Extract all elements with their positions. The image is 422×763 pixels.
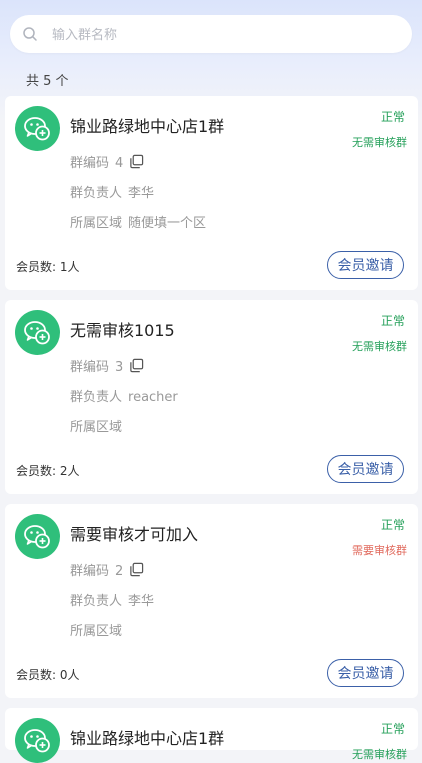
status-badge: 正常: [380, 722, 405, 736]
group-code-label: 群编码: [70, 564, 110, 579]
wechat-group-icon: [24, 117, 50, 141]
invite-member-button[interactable]: 会员邀请: [327, 455, 404, 483]
group-avatar: [15, 310, 60, 355]
review-badge: 无需审核群: [352, 136, 407, 149]
member-count: 会员数: 2人: [16, 464, 80, 478]
group-region-value: 随便填一个区: [128, 216, 207, 231]
group-owner-label: 群负责人: [70, 594, 123, 609]
group-owner-row: 群负责人 李华: [70, 182, 154, 201]
group-code-value: 3: [115, 360, 124, 375]
group-name: 无需审核1015: [70, 321, 175, 340]
review-badge: 无需审核群: [352, 340, 407, 353]
group-region-label: 所属区域: [70, 624, 123, 639]
group-avatar: [15, 718, 60, 763]
status-badge: 正常: [380, 314, 405, 328]
group-owner-value: reacher: [128, 390, 178, 405]
copy-icon[interactable]: [129, 562, 144, 577]
group-name: 锦业路绿地中心店1群: [70, 729, 225, 748]
copy-icon[interactable]: [129, 358, 144, 373]
group-name: 需要审核才可加入: [70, 525, 199, 544]
group-region-row: 所属区域 随便填一个区: [70, 212, 206, 231]
group-code-row: 群编码 2: [70, 560, 144, 579]
group-code-label: 群编码: [70, 156, 110, 171]
copy-icon[interactable]: [129, 154, 144, 169]
group-card[interactable]: 需要审核才可加入 群编码 2 群负责人 李华 所属区域 正常 需要审核群 会员数: …: [5, 504, 418, 698]
group-region-label: 所属区域: [70, 216, 123, 231]
group-card[interactable]: 无需审核1015 群编码 3 群负责人 reacher 所属区域 正常 无需审核群 …: [5, 300, 418, 494]
group-name: 锦业路绿地中心店1群: [70, 117, 225, 136]
group-card[interactable]: 锦业路绿地中心店1群 正常 无需审核群: [5, 708, 418, 763]
member-count: 会员数: 1人: [16, 260, 80, 274]
review-badge: 无需审核群: [352, 748, 407, 761]
review-badge: 需要审核群: [352, 544, 407, 557]
search-input[interactable]: [50, 15, 394, 55]
group-owner-value: 李华: [128, 186, 155, 201]
group-owner-value: 李华: [128, 594, 155, 609]
group-code-row: 群编码 4: [70, 152, 144, 171]
status-badge: 正常: [380, 518, 405, 532]
group-code-label: 群编码: [70, 360, 110, 375]
group-avatar: [15, 514, 60, 559]
wechat-group-icon: [24, 525, 50, 549]
group-owner-row: 群负责人 李华: [70, 590, 154, 609]
group-code-row: 群编码 3: [70, 356, 144, 375]
group-owner-label: 群负责人: [70, 186, 123, 201]
group-count: 共 5 个: [26, 74, 69, 89]
member-count: 会员数: 0人: [16, 668, 80, 682]
wechat-group-icon: [24, 729, 50, 753]
invite-member-button[interactable]: 会员邀请: [327, 659, 404, 687]
group-region-row: 所属区域: [70, 416, 128, 435]
group-region-label: 所属区域: [70, 420, 123, 435]
status-badge: 正常: [380, 110, 405, 124]
search-icon: [23, 27, 37, 41]
wechat-group-icon: [24, 321, 50, 345]
search-bar[interactable]: [10, 15, 412, 55]
group-region-row: 所属区域: [70, 620, 128, 639]
group-owner-label: 群负责人: [70, 390, 123, 405]
group-avatar: [15, 106, 60, 151]
group-code-value: 2: [115, 564, 124, 579]
group-owner-row: 群负责人 reacher: [70, 386, 178, 405]
group-code-value: 4: [115, 156, 124, 171]
invite-member-button[interactable]: 会员邀请: [327, 251, 404, 279]
group-card[interactable]: 锦业路绿地中心店1群 群编码 4 群负责人 李华 所属区域 随便填一个区 正常 无需审…: [5, 96, 418, 290]
